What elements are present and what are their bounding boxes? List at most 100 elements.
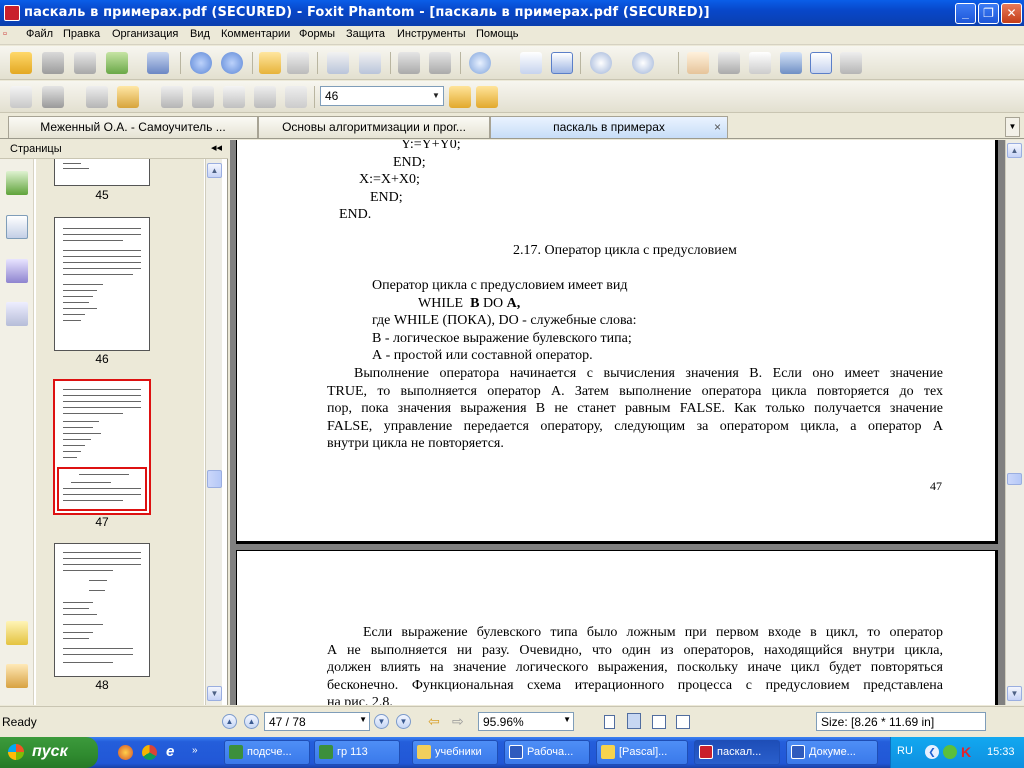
taskbar-item[interactable]: учебники [412, 740, 498, 765]
go-back-view-icon[interactable] [449, 86, 471, 108]
document-scrollbar[interactable]: ▲ ▼ [1005, 140, 1024, 705]
start-button[interactable]: пуск [0, 737, 98, 768]
thumbnail-page-48[interactable] [54, 543, 150, 677]
checklist-icon[interactable] [192, 86, 214, 108]
tray-network-icon[interactable] [943, 745, 957, 759]
edit-pencil-icon[interactable] [161, 86, 183, 108]
attachment-paperclip-icon[interactable] [6, 664, 28, 688]
tab-samouchitel[interactable]: Меженный О.А. - Самоучитель ... [8, 116, 258, 138]
menu-tools[interactable]: Инструменты [397, 28, 466, 40]
chrome-icon[interactable] [142, 745, 157, 760]
foxit-app-icon[interactable] [4, 5, 20, 21]
tab-pascal-examples[interactable]: паскаль в примерах × [490, 116, 728, 138]
scroll-up-button[interactable]: ▲ [1007, 143, 1022, 158]
previous-page-icon[interactable]: ▲ [244, 714, 259, 729]
insert-page-icon[interactable] [327, 52, 349, 74]
scroll-down-button[interactable]: ▼ [207, 686, 222, 701]
next-page-icon[interactable]: ▼ [374, 714, 389, 729]
tray-expand-icon[interactable]: ❮ [925, 745, 939, 759]
next-page-icon[interactable] [221, 52, 243, 74]
collapse-panel-icon[interactable]: ◂◂ [211, 141, 222, 154]
continuous-facing-icon[interactable] [676, 715, 690, 729]
save-icon[interactable] [42, 52, 64, 74]
email-icon[interactable] [106, 52, 128, 74]
document-view[interactable]: Y:=Y+Y0; END; X:=X+X0; END; END. 2.17. О… [230, 140, 1005, 705]
sign-pen-icon[interactable] [86, 86, 108, 108]
menu-edit[interactable]: Правка [63, 28, 100, 40]
thumbnail-page-47[interactable] [53, 379, 151, 515]
single-page-icon[interactable] [604, 715, 615, 729]
previous-page-icon[interactable] [190, 52, 212, 74]
chevron-down-icon[interactable]: ▼ [429, 87, 443, 105]
taskbar-item[interactable]: Рабоча... [504, 740, 590, 765]
comments-panel-icon[interactable] [6, 259, 28, 283]
tray-antivirus-icon[interactable]: K [961, 744, 971, 760]
back-view-icon[interactable]: ⇦ [428, 713, 440, 730]
snapshot-camera-icon[interactable] [840, 52, 862, 74]
thumbnail-scrollbar[interactable]: ▲ ▼ [205, 159, 222, 705]
menu-protect[interactable]: Защита [346, 28, 385, 40]
tab-osnovy[interactable]: Основы алгоритмизации и прог... [258, 116, 490, 138]
open-folder-icon[interactable] [10, 52, 32, 74]
menu-file[interactable]: Файл [26, 28, 53, 40]
find-binoculars-icon[interactable] [780, 52, 802, 74]
close-tab-icon[interactable]: × [714, 117, 721, 137]
chevron-down-icon[interactable]: ▼ [359, 715, 367, 724]
print-icon[interactable] [74, 52, 96, 74]
fit-width-icon[interactable] [520, 52, 542, 74]
zoom-out-icon[interactable] [590, 52, 612, 74]
select-text-icon[interactable] [810, 52, 832, 74]
scroll-up-button[interactable]: ▲ [207, 163, 222, 178]
taskbar-item[interactable]: подсче... [224, 740, 310, 765]
forward-arrow-icon[interactable] [287, 52, 309, 74]
stamp-icon[interactable] [42, 86, 64, 108]
menu-help[interactable]: Помощь [476, 28, 519, 40]
go-forward-view-icon[interactable] [476, 86, 498, 108]
document-menu-icon[interactable]: ▫ [3, 28, 7, 40]
menu-view[interactable]: Вид [190, 28, 210, 40]
scroll-thumb[interactable] [1007, 473, 1022, 485]
zoom-in-icon[interactable] [632, 52, 654, 74]
thumbnail-page-45[interactable] [54, 159, 150, 186]
loupe-icon[interactable] [718, 52, 740, 74]
facing-pages-icon[interactable] [652, 715, 666, 729]
taskbar-item[interactable]: [Pascal]... [596, 740, 688, 765]
thumbnail-page-46[interactable] [54, 217, 150, 351]
continuous-page-icon[interactable] [627, 713, 641, 729]
minimize-button[interactable]: _ [955, 3, 976, 24]
comment-icon[interactable] [254, 86, 276, 108]
lock-icon[interactable] [117, 86, 139, 108]
taskbar-item[interactable]: Докуме... [786, 740, 878, 765]
forward-view-icon[interactable]: ⇨ [452, 713, 464, 730]
page-number-input[interactable]: 46 ▼ [320, 86, 444, 106]
taskbar-item[interactable]: гр 113 [314, 740, 400, 765]
undo-icon[interactable] [398, 52, 420, 74]
page-field[interactable]: 47 / 78 ▼ [264, 712, 370, 731]
zoom-icon[interactable] [469, 52, 491, 74]
tabs-dropdown-button[interactable]: ▼ [1005, 117, 1020, 137]
scroll-down-button[interactable]: ▼ [1007, 686, 1022, 701]
scanner-icon[interactable] [147, 52, 169, 74]
bookmarks-icon[interactable] [6, 171, 28, 195]
menu-comments[interactable]: Комментарии [221, 28, 290, 40]
blank-page-icon[interactable] [10, 86, 32, 108]
first-page-icon[interactable]: ▲ [222, 714, 237, 729]
hand-tool-icon[interactable] [687, 52, 709, 74]
close-button[interactable]: ✕ [1001, 3, 1022, 24]
redo-icon[interactable] [429, 52, 451, 74]
layers-icon[interactable] [6, 302, 28, 326]
scroll-thumb[interactable] [207, 470, 222, 488]
pages-icon[interactable] [6, 215, 28, 239]
quicklaunch-more-icon[interactable]: » [192, 745, 198, 756]
select-arrow-icon[interactable] [749, 52, 771, 74]
taskbar-item-active[interactable]: паскал... [694, 740, 780, 765]
chevron-down-icon[interactable]: ▼ [563, 715, 571, 724]
ie-icon[interactable]: e [166, 743, 174, 760]
firefox-icon[interactable] [118, 745, 133, 760]
zoom-field[interactable]: 95.96% ▼ [478, 712, 574, 731]
maximize-button[interactable]: ❐ [978, 3, 999, 24]
menu-forms[interactable]: Формы [299, 28, 335, 40]
arrow-tool-icon[interactable] [285, 86, 307, 108]
back-arrow-icon[interactable] [259, 52, 281, 74]
comment-bubble-icon[interactable] [6, 621, 28, 645]
